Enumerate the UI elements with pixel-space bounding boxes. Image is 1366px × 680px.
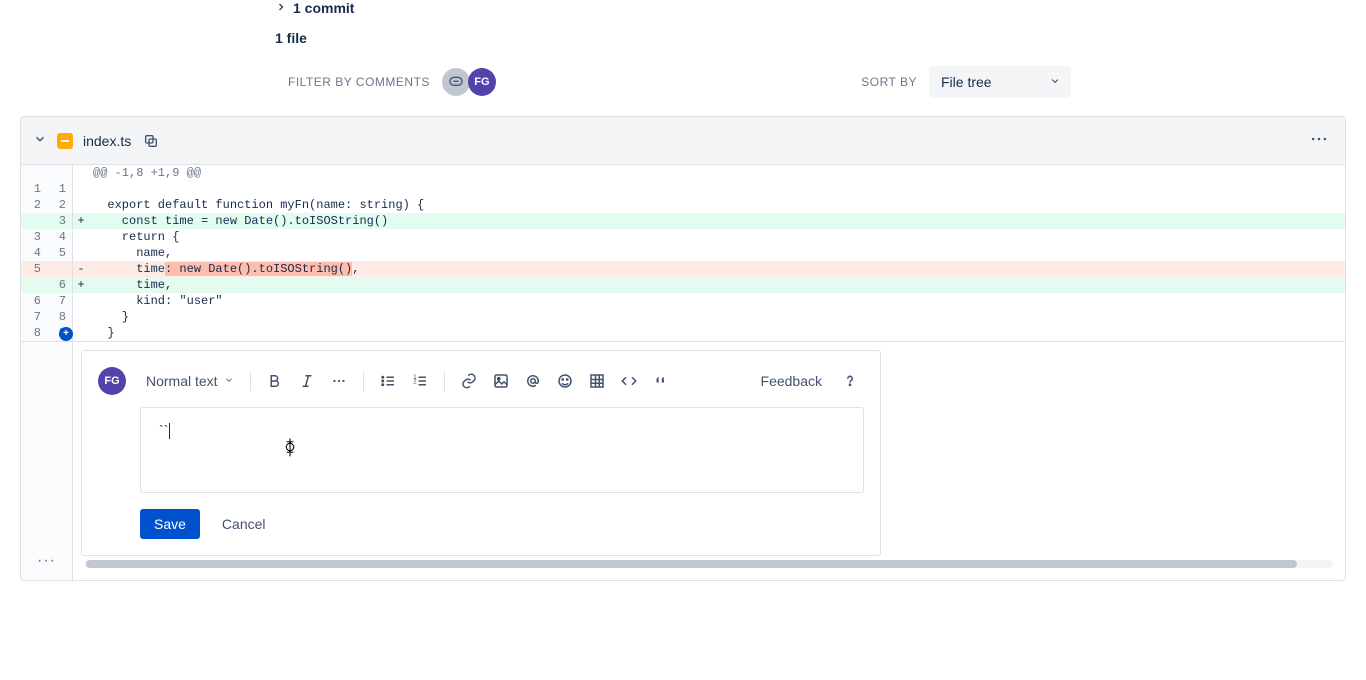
link-button[interactable]	[455, 367, 483, 395]
commit-count: 1 commit	[293, 0, 354, 16]
copy-path-button[interactable]	[141, 131, 161, 151]
new-line-number: 7	[47, 293, 73, 309]
image-button[interactable]	[487, 367, 515, 395]
old-line-number: 7	[21, 309, 47, 325]
code-content: }	[89, 325, 1345, 341]
sort-selected: File tree	[941, 74, 992, 90]
svg-text:2: 2	[413, 379, 417, 385]
comment-textarea[interactable]: ``	[140, 407, 864, 493]
emoji-button[interactable]	[551, 367, 579, 395]
code-content	[89, 181, 1345, 197]
code-content: export default function myFn(name: strin…	[89, 197, 1345, 213]
diff-line[interactable]: 11	[21, 181, 1345, 197]
diff-line[interactable]: 78 }	[21, 309, 1345, 325]
add-comment-button[interactable]: +	[59, 327, 73, 341]
new-line-number: 1	[47, 181, 73, 197]
old-line-number: 1	[21, 181, 47, 197]
diff-line[interactable]: 3+ const time = new Date().toISOString()	[21, 213, 1345, 229]
old-line-number: 4	[21, 245, 47, 261]
diff-marker	[73, 197, 89, 213]
file-status-modified-icon	[57, 133, 73, 149]
diff-marker: +	[73, 213, 89, 229]
filename: index.ts	[83, 133, 131, 149]
old-line-number: 3	[21, 229, 47, 245]
collapse-file-button[interactable]	[33, 132, 47, 149]
quote-button[interactable]	[647, 367, 675, 395]
new-line-number: 3	[47, 213, 73, 229]
cancel-button[interactable]: Cancel	[208, 509, 280, 539]
new-line-number: 4	[47, 229, 73, 245]
chevron-down-icon	[1049, 74, 1061, 90]
sort-label: SORT BY	[861, 75, 917, 89]
diff-line[interactable]: 89 }+	[21, 325, 1345, 341]
new-line-number: 8	[47, 309, 73, 325]
diff-line[interactable]: 34 return {	[21, 229, 1345, 245]
horizontal-scrollbar[interactable]	[85, 560, 1333, 568]
diff-file: index.ts @@ -1,8 +1,9 @@ 1122 export def…	[20, 116, 1346, 581]
old-line-number: 6	[21, 293, 47, 309]
code-button[interactable]	[615, 367, 643, 395]
old-line-number: 8	[21, 325, 47, 341]
hunk-header: @@ -1,8 +1,9 @@	[89, 165, 1345, 181]
file-count: 1 file	[275, 30, 1366, 46]
comment-author-avatar: FG	[98, 367, 126, 395]
table-button[interactable]	[583, 367, 611, 395]
diff-marker: +	[73, 277, 89, 293]
old-line-number: 5	[21, 261, 47, 277]
chevron-down-icon	[224, 375, 234, 388]
code-content: name,	[89, 245, 1345, 261]
comment-editor-box: FG Normal text	[81, 350, 881, 556]
diff-line[interactable]: 5 - time: new Date().toISOString(),	[21, 261, 1345, 277]
diff-marker	[73, 325, 89, 341]
code-content: time: new Date().toISOString(),	[89, 261, 1345, 277]
filter-user-avatar[interactable]: FG	[468, 68, 496, 96]
numbered-list-button[interactable]: 12	[406, 367, 434, 395]
code-content: time,	[89, 277, 1345, 293]
new-line-number: 5	[47, 245, 73, 261]
help-button[interactable]	[836, 367, 864, 395]
diff-marker	[73, 293, 89, 309]
mention-button[interactable]	[519, 367, 547, 395]
more-format-button[interactable]	[325, 367, 353, 395]
file-more-button[interactable]	[1305, 125, 1333, 156]
code-content: }	[89, 309, 1345, 325]
sort-select[interactable]: File tree	[929, 66, 1071, 98]
text-style-select[interactable]: Normal text	[140, 369, 240, 393]
old-line-number	[21, 277, 47, 293]
pointer-cursor-icon	[281, 436, 299, 461]
text-caret	[169, 423, 170, 439]
diff-marker	[73, 181, 89, 197]
diff-marker	[73, 309, 89, 325]
new-line-number: 2	[47, 197, 73, 213]
diff-marker: -	[73, 261, 89, 277]
more-dots-icon: ···	[37, 552, 56, 570]
old-line-number	[21, 213, 47, 229]
old-line-number: 2	[21, 197, 47, 213]
new-line-number	[47, 261, 73, 277]
diff-line[interactable]: 45 name,	[21, 245, 1345, 261]
code-content: return {	[89, 229, 1345, 245]
bullet-list-button[interactable]	[374, 367, 402, 395]
new-line-number: 6	[47, 277, 73, 293]
bold-button[interactable]	[261, 367, 289, 395]
diff-line[interactable]: 6+ time,	[21, 277, 1345, 293]
code-content: const time = new Date().toISOString()	[89, 213, 1345, 229]
feedback-link[interactable]: Feedback	[761, 373, 822, 389]
italic-button[interactable]	[293, 367, 321, 395]
filter-avatars: FG	[442, 68, 496, 96]
diff-line[interactable]: 22 export default function myFn(name: st…	[21, 197, 1345, 213]
save-button[interactable]: Save	[140, 509, 200, 539]
diff-marker	[73, 245, 89, 261]
diff-gutter-more[interactable]: ···	[21, 342, 73, 580]
diff-marker	[73, 229, 89, 245]
filter-all-comments[interactable]	[442, 68, 470, 96]
filter-label: FILTER BY COMMENTS	[288, 75, 430, 89]
diff-line[interactable]: 67 kind: "user"	[21, 293, 1345, 309]
chevron-right-icon	[275, 0, 287, 16]
code-content: kind: "user"	[89, 293, 1345, 309]
commit-summary-toggle[interactable]: 1 commit	[275, 0, 1366, 16]
